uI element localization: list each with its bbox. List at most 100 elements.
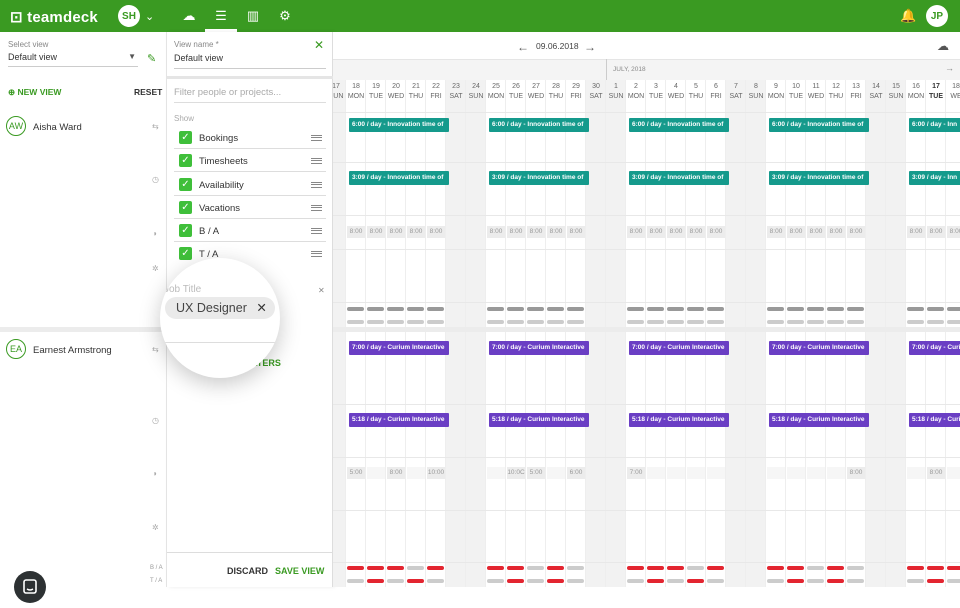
view-name-input[interactable]: Default view: [174, 53, 326, 69]
timesheet-bar[interactable]: 3:09 / day - Inn: [909, 171, 960, 185]
planner-nav-icon[interactable]: ☰: [205, 8, 237, 32]
booking-bar[interactable]: 7:00 / day - Curium Interactive: [349, 341, 449, 355]
booking-bar[interactable]: 6:00 / day - Innovation time of: [349, 118, 449, 132]
timesheet-bar[interactable]: 3:09 / day - Innovation time of: [629, 171, 729, 185]
edit-pencil-icon[interactable]: ✎: [147, 52, 156, 65]
day-name: SAT: [449, 93, 463, 100]
timesheet-bar[interactable]: 3:09 / day - Innovation time of: [769, 171, 869, 185]
day-number: 29: [572, 83, 580, 90]
day-number: 25: [492, 83, 500, 90]
day-header: 21 THU: [406, 80, 426, 102]
utilization-pill: [707, 579, 724, 583]
booking-bar[interactable]: 7:00 / day - Curium Interactive: [489, 341, 589, 355]
availability-cell: 8:00: [767, 226, 785, 238]
day-header: 12 THU: [826, 80, 846, 102]
checkbox-checked-icon[interactable]: ✓: [179, 201, 192, 214]
chevron-down-icon[interactable]: ⌄: [145, 10, 154, 23]
reports-nav-icon[interactable]: ▥: [245, 8, 261, 24]
utilization-pill: [547, 307, 564, 311]
month-arrow-icon[interactable]: →: [945, 63, 954, 73]
bookings-nav-icon[interactable]: ☁: [181, 8, 197, 24]
booking-bar[interactable]: 6:00 / day - Innovation time of: [769, 118, 869, 132]
booking-bar[interactable]: 7:00 / day - Curi: [909, 341, 960, 355]
prev-arrow-icon[interactable]: ←: [517, 40, 529, 54]
notification-bell-icon[interactable]: 🔔: [900, 8, 916, 24]
availability-cell: 6:00: [567, 467, 585, 479]
view-select[interactable]: Default view ▼: [8, 52, 138, 67]
day-name: THU: [828, 93, 844, 100]
timesheet-bar[interactable]: 5:18 / day - Curium Interactive: [629, 413, 729, 427]
logo-icon: ⊡: [10, 9, 23, 26]
day-name: THU: [408, 93, 424, 100]
day-name: FRI: [850, 93, 862, 100]
next-arrow-icon[interactable]: →: [584, 40, 596, 54]
person-name[interactable]: Earnest Armstrong: [33, 345, 112, 356]
new-view-button[interactable]: ⊕ NEW VIEW: [8, 87, 61, 98]
booking-bar[interactable]: 7:00 / day - Curium Interactive: [629, 341, 729, 355]
divider: [167, 552, 333, 553]
booking-row-icon: ⇆: [152, 122, 159, 131]
utilization-pill: [907, 320, 924, 324]
close-icon[interactable]: ✕: [314, 38, 324, 52]
drag-handle-icon[interactable]: [311, 182, 322, 188]
utilization-pill: [647, 320, 664, 324]
drag-handle-icon[interactable]: [311, 228, 322, 234]
day-number: 10: [792, 83, 800, 90]
availability-cell: [907, 467, 925, 479]
utilization-pill: [567, 579, 584, 583]
vacation-sun-icon: ✲: [152, 264, 159, 273]
checkbox-checked-icon[interactable]: ✓: [179, 247, 192, 260]
day-header: 8 SUN: [746, 80, 766, 102]
timesheet-bar[interactable]: 5:18 / day - Curium Interactive: [769, 413, 869, 427]
profile-avatar[interactable]: JP: [926, 5, 948, 27]
current-date[interactable]: 09.06.2018: [536, 41, 579, 51]
utilization-pill: [487, 320, 504, 324]
calendar-grid: ← 09.06.2018 → ☁ JULY, 2018 → 17SUN18MON…: [333, 32, 960, 587]
reset-button[interactable]: RESET: [134, 87, 162, 97]
user-switcher-avatar[interactable]: SH: [118, 5, 140, 27]
booking-bar[interactable]: 7:00 / day - Curium Interactive: [769, 341, 869, 355]
timesheet-bar[interactable]: 5:18 / day - Curium Interactive: [349, 413, 449, 427]
drag-handle-icon[interactable]: [311, 158, 322, 164]
left-sidebar: Select view Default view ▼ ✎ ⊕ NEW VIEW …: [0, 32, 167, 603]
chat-launcher-button[interactable]: [14, 571, 46, 603]
cloud-download-icon[interactable]: ☁: [937, 39, 949, 53]
avatar: AW: [6, 116, 26, 136]
discard-button[interactable]: DISCARD: [227, 566, 268, 576]
day-name: TUE: [929, 93, 943, 100]
utilization-pill: [487, 307, 504, 311]
row-divider: [333, 215, 960, 216]
save-view-button[interactable]: SAVE VIEW: [275, 566, 324, 576]
job-title-chip[interactable]: UX Designer ✕: [165, 297, 275, 319]
availability-cell: [947, 467, 960, 479]
utilization-pill: [527, 566, 544, 570]
avatar: EA: [6, 339, 26, 359]
day-header: 2 MON: [626, 80, 646, 102]
booking-bar[interactable]: 6:00 / day - Innovation time of: [629, 118, 729, 132]
timesheet-bar[interactable]: 3:09 / day - Innovation time of: [489, 171, 589, 185]
logo[interactable]: ⊡ teamdeck: [10, 8, 98, 26]
drag-handle-icon[interactable]: [311, 205, 322, 211]
checkbox-checked-icon[interactable]: ✓: [179, 154, 192, 167]
drag-handle-icon[interactable]: [311, 135, 322, 141]
booking-bar[interactable]: 6:00 / day - Inn: [909, 118, 960, 132]
day-name: THU: [688, 93, 704, 100]
day-number: 15: [892, 83, 900, 90]
settings-gear-icon[interactable]: ⚙: [277, 8, 293, 24]
chip-remove-icon[interactable]: ✕: [256, 301, 266, 315]
checkbox-checked-icon[interactable]: ✓: [179, 131, 192, 144]
checkbox-checked-icon[interactable]: ✓: [179, 178, 192, 191]
availability-cell: 8:00: [647, 226, 665, 238]
remove-filter-icon[interactable]: ✕: [318, 286, 325, 295]
utilization-pill: [667, 320, 684, 324]
timesheet-bar[interactable]: 3:09 / day - Innovation time of: [349, 171, 449, 185]
booking-bar[interactable]: 6:00 / day - Innovation time of: [489, 118, 589, 132]
timesheet-bar[interactable]: 5:18 / day - Curium Interactive: [489, 413, 589, 427]
day-number: 18: [352, 83, 360, 90]
day-number: 7: [734, 83, 738, 90]
drag-handle-icon[interactable]: [311, 251, 322, 257]
person-name[interactable]: Aisha Ward: [33, 122, 82, 133]
timesheet-bar[interactable]: 5:18 / day - Curi: [909, 413, 960, 427]
checkbox-checked-icon[interactable]: ✓: [179, 224, 192, 237]
filter-people-input[interactable]: Filter people or projects...: [174, 87, 326, 103]
